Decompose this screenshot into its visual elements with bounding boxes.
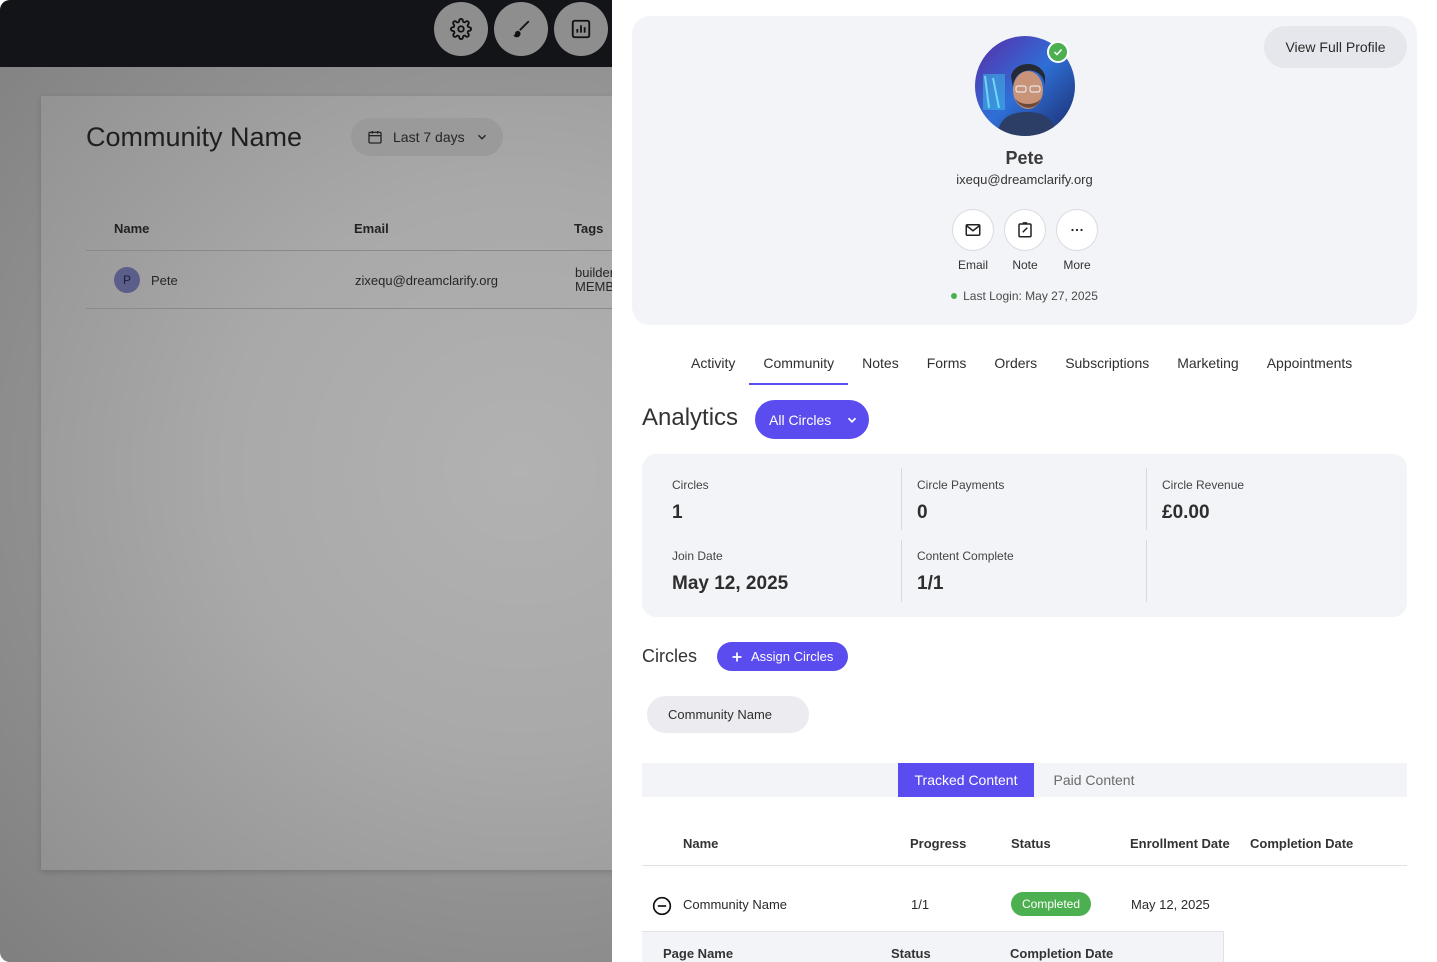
- content-tabs: Tracked Content Paid Content: [642, 763, 1407, 797]
- settings-button[interactable]: [434, 2, 488, 56]
- bg-row-tags: builder MEMB: [575, 265, 612, 294]
- profile-email: ixequ@dreamclarify.org: [956, 172, 1093, 187]
- status-badge: Completed: [1011, 892, 1091, 916]
- circle-chip[interactable]: Community Name: [647, 696, 809, 733]
- circles-title: Circles: [642, 646, 698, 666]
- email-action-label: Email: [957, 258, 988, 272]
- view-full-profile-button[interactable]: View Full Profile: [1264, 26, 1407, 68]
- tab-community[interactable]: Community: [749, 345, 849, 385]
- header-progress: Progress: [910, 836, 967, 851]
- subheader-page-name: Page Name: [663, 946, 734, 961]
- tab-orders[interactable]: Orders: [980, 345, 1051, 385]
- all-circles-dropdown[interactable]: All Circles: [755, 400, 869, 439]
- stat-content-complete: Content Complete 1/1: [917, 549, 1014, 594]
- bg-header-email: Email: [354, 221, 389, 236]
- theme-button[interactable]: [494, 2, 548, 56]
- header-completion-date: Completion Date: [1250, 836, 1354, 851]
- tab-paid-content[interactable]: Paid Content: [1038, 763, 1150, 797]
- collapse-row-icon[interactable]: [652, 896, 672, 916]
- tab-forms[interactable]: Forms: [913, 345, 981, 385]
- subheader-completion-date: Completion Date: [1010, 946, 1114, 961]
- top-toolbar: [0, 0, 612, 67]
- header-enrollment-date: Enrollment Date: [1130, 836, 1230, 851]
- stat-circle-revenue: Circle Revenue £0.00: [1162, 478, 1245, 523]
- background-app: Community Name Last 7 days Name Email Ta…: [0, 0, 612, 962]
- tab-notes[interactable]: Notes: [848, 345, 913, 385]
- gear-icon: [450, 18, 472, 40]
- chevron-down-icon: [848, 417, 857, 423]
- date-filter[interactable]: Last 7 days: [351, 118, 503, 156]
- mail-icon: [965, 224, 981, 236]
- more-action-button[interactable]: More: [1056, 209, 1098, 273]
- email-action-button[interactable]: Email: [952, 209, 994, 273]
- header-name: Name: [683, 836, 719, 851]
- assign-circles-label: Assign Circles: [751, 649, 834, 664]
- note-icon: [1018, 222, 1032, 238]
- reports-button[interactable]: [554, 2, 608, 56]
- tab-appointments[interactable]: Appointments: [1253, 345, 1367, 385]
- more-action-label: More: [1063, 258, 1091, 272]
- background-card: [41, 96, 612, 870]
- last-login: Last Login: May 27, 2025: [632, 289, 1417, 303]
- note-action-button[interactable]: Note: [1004, 209, 1046, 273]
- chevron-down-icon: [477, 134, 486, 140]
- background-page-title: Community Name: [86, 122, 303, 152]
- analytics-title: Analytics: [642, 404, 739, 431]
- stat-circle-payments: Circle Payments 0: [917, 478, 1005, 523]
- date-filter-label: Last 7 days: [393, 129, 465, 145]
- contact-drawer: View Full Profile Pete ixequ@dreamclarif…: [612, 0, 1437, 962]
- verified-icon: [1047, 41, 1069, 63]
- avatar: P: [114, 267, 140, 293]
- bg-header-tags: Tags: [574, 221, 604, 236]
- header-status: Status: [1011, 836, 1051, 851]
- tab-subscriptions[interactable]: Subscriptions: [1051, 345, 1163, 385]
- bg-row-name[interactable]: Pete: [151, 273, 178, 288]
- assign-circles-button[interactable]: Assign Circles: [717, 642, 848, 671]
- row-progress: 1/1: [911, 897, 930, 912]
- stat-circles: Circles 1: [672, 478, 709, 523]
- profile-name: Pete: [1005, 148, 1044, 168]
- tab-marketing[interactable]: Marketing: [1163, 345, 1252, 385]
- tab-tracked-content[interactable]: Tracked Content: [898, 763, 1034, 797]
- plus-icon: [732, 652, 742, 661]
- report-icon: [571, 19, 591, 39]
- stat-join-date: Join Date May 12, 2025: [672, 549, 789, 594]
- bg-header-name: Name: [114, 221, 150, 236]
- profile-avatar: [975, 36, 1075, 136]
- profile-actions: Email Note More: [952, 209, 1098, 273]
- tab-activity[interactable]: Activity: [677, 345, 749, 385]
- all-circles-label: All Circles: [769, 411, 832, 428]
- online-status-dot: [951, 292, 958, 299]
- profile-tabs: Activity Community Notes Forms Orders Su…: [677, 345, 1366, 385]
- page-subtable: Page Name Status Completion Date: [642, 931, 1224, 962]
- paintbrush-icon: [513, 20, 530, 38]
- profile-card: View Full Profile Pete ixequ@dreamclarif…: [632, 16, 1417, 325]
- more-icon: [1071, 228, 1083, 232]
- bg-row-email: zixequ@dreamclarify.org: [355, 273, 499, 288]
- row-name: Community Name: [683, 897, 788, 912]
- subheader-status: Status: [891, 946, 931, 961]
- note-action-label: Note: [1012, 258, 1038, 272]
- calendar-icon: [368, 131, 382, 144]
- row-enrollment-date: May 12, 2025: [1131, 897, 1210, 912]
- analytics-stats: Circles 1 Circle Payments 0 Circle Reven…: [642, 454, 1407, 617]
